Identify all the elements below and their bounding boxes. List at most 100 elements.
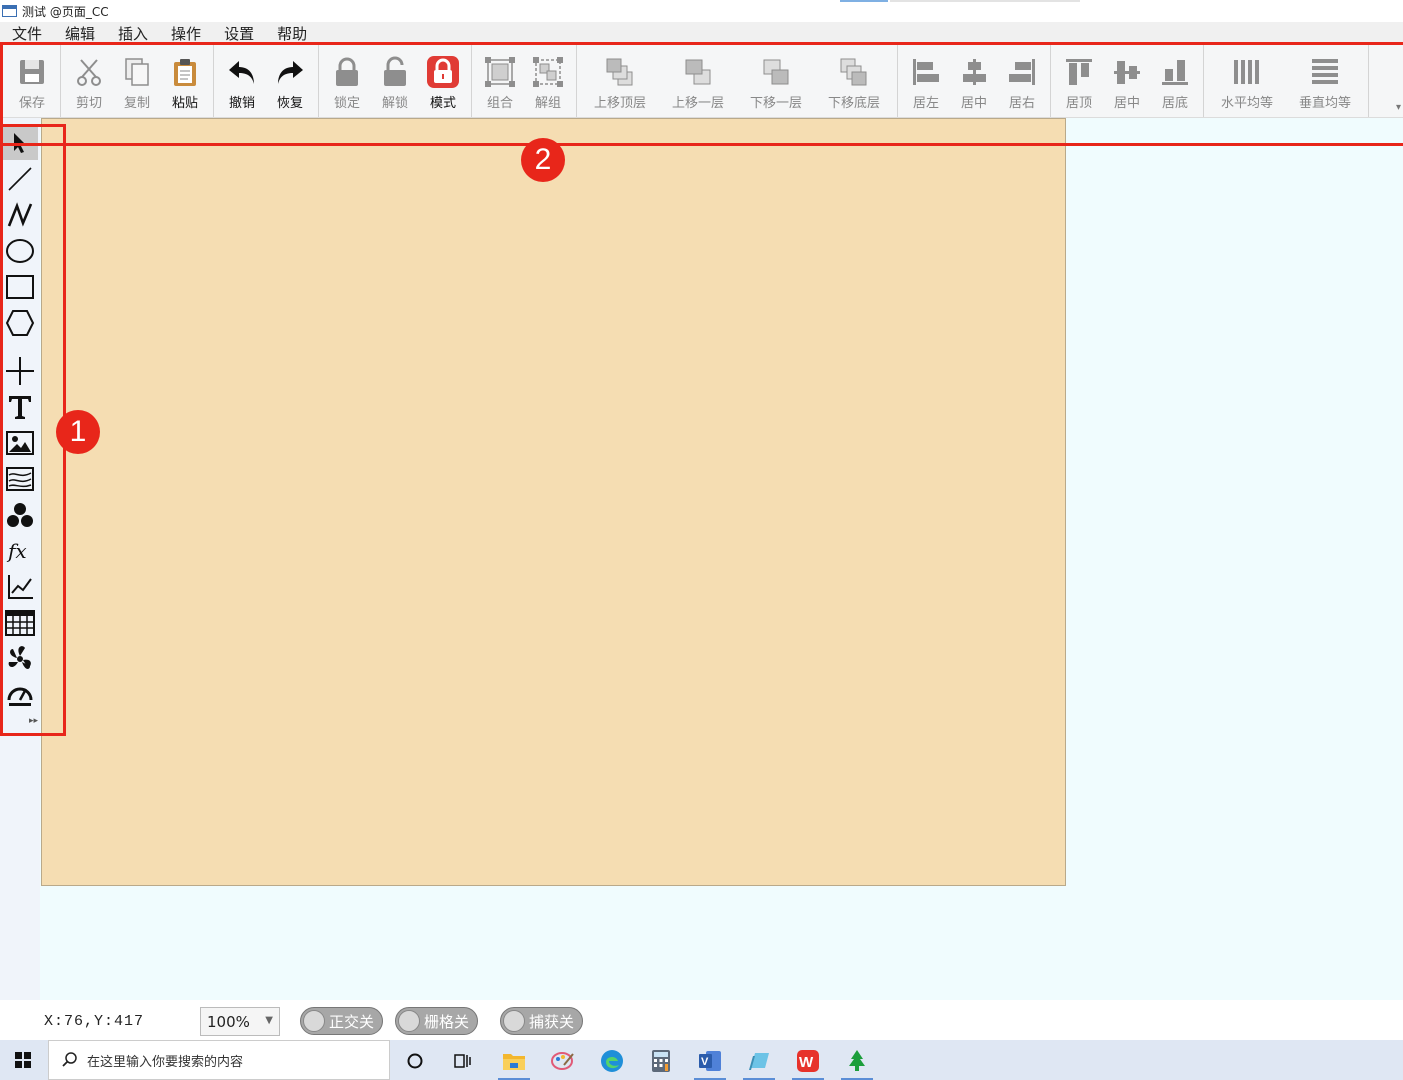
toolstrip-more-icon[interactable]: ▸▸ bbox=[29, 716, 38, 726]
align-right-icon bbox=[1005, 55, 1039, 89]
distribute-vertical-button[interactable]: 垂直均等 bbox=[1286, 44, 1364, 117]
line-chart-tool[interactable] bbox=[2, 570, 38, 604]
send-to-back-button[interactable]: 下移底层 bbox=[815, 44, 893, 117]
distribute-horizontal-button[interactable]: 水平均等 bbox=[1208, 44, 1286, 117]
send-backward-button[interactable]: 下移一层 bbox=[737, 44, 815, 117]
formula-tool[interactable]: fx bbox=[2, 534, 38, 568]
toggle-knob bbox=[303, 1010, 325, 1032]
menu-file[interactable]: 文件 bbox=[12, 23, 42, 44]
distribute-vertical-icon bbox=[1308, 55, 1342, 89]
gauge-tool[interactable] bbox=[2, 678, 38, 712]
tree-app-icon[interactable] bbox=[839, 1046, 875, 1080]
ungroup-button[interactable]: 解组 bbox=[524, 44, 572, 117]
windows-start-icon[interactable] bbox=[15, 1052, 31, 1068]
paint-icon[interactable] bbox=[545, 1046, 581, 1076]
toolbar-button-label: 模式 bbox=[429, 96, 456, 111]
align-bottom-button[interactable]: 居底 bbox=[1151, 44, 1199, 117]
lock-icon bbox=[330, 55, 364, 89]
align-left-button[interactable]: 居左 bbox=[902, 44, 950, 117]
grid-toggle[interactable]: 栅格关 bbox=[395, 1007, 479, 1035]
titlebar-accent bbox=[840, 0, 888, 2]
lock-button[interactable]: 锁定 bbox=[323, 44, 371, 117]
polygon-icon bbox=[5, 309, 35, 337]
bring-to-front-button[interactable]: 上移顶层 bbox=[581, 44, 659, 117]
toolbar-button-label: 解组 bbox=[534, 96, 561, 111]
window-title: 测试 @页面_CC bbox=[22, 4, 109, 19]
rectangle-icon bbox=[5, 273, 35, 301]
toolbar-button-label: 恢复 bbox=[276, 96, 303, 111]
menu-edit[interactable]: 编辑 bbox=[65, 23, 95, 44]
group-button[interactable]: 组合 bbox=[476, 44, 524, 117]
unlock-button[interactable]: 解锁 bbox=[371, 44, 419, 117]
toolbar-button-label: 上移顶层 bbox=[593, 96, 646, 111]
cortana-icon[interactable] bbox=[397, 1046, 433, 1076]
text-icon bbox=[6, 393, 34, 421]
ellipse-icon bbox=[5, 237, 35, 265]
calculator-icon[interactable] bbox=[643, 1046, 679, 1076]
mode-lock-button[interactable]: 模式 bbox=[419, 44, 467, 117]
ortho-toggle[interactable]: 正交关 bbox=[300, 1007, 384, 1035]
visio-icon[interactable]: V bbox=[692, 1046, 728, 1080]
distribute-horizontal-icon bbox=[1230, 55, 1264, 89]
drawing-page[interactable] bbox=[41, 118, 1066, 886]
edge-icon[interactable] bbox=[594, 1046, 630, 1076]
table-tool[interactable] bbox=[2, 606, 38, 640]
cross-tool[interactable] bbox=[2, 354, 38, 388]
ellipse-tool[interactable] bbox=[2, 234, 38, 268]
workspace[interactable] bbox=[40, 118, 1403, 1000]
bring-forward-button[interactable]: 上移一层 bbox=[659, 44, 737, 117]
window-icon bbox=[2, 5, 17, 17]
toolbar-group: 居顶 居中 居底 bbox=[1051, 44, 1204, 117]
toolbar-group: 上移顶层 上移一层 下移一层 下移底层 bbox=[577, 44, 898, 117]
zoom-select[interactable]: 100% ▼ bbox=[200, 1007, 280, 1036]
text-tool[interactable] bbox=[2, 390, 38, 424]
menu-help[interactable]: 帮助 bbox=[277, 23, 307, 44]
shapes-tool[interactable] bbox=[2, 498, 38, 532]
undo-button[interactable]: 撤销 bbox=[218, 44, 266, 117]
line-chart-icon bbox=[6, 573, 34, 601]
save-button[interactable]: 保存 bbox=[8, 44, 56, 117]
fan-tool[interactable] bbox=[2, 642, 38, 676]
align-right-button[interactable]: 居右 bbox=[998, 44, 1046, 117]
redo-icon bbox=[273, 55, 307, 89]
snap-toggle[interactable]: 捕获关 bbox=[500, 1007, 584, 1035]
main-toolbar: 保存 剪切 复制 粘贴 撤销 恢复 锁定 解锁 模式 组合 解组 上移顶层 上移一层 下移一层 下移底层 居左… bbox=[0, 44, 1403, 118]
svg-text:fx: fx bbox=[6, 539, 27, 563]
polyline-tool[interactable] bbox=[2, 198, 38, 232]
image-tool[interactable] bbox=[2, 426, 38, 460]
toolbar-button-label: 复制 bbox=[123, 96, 150, 111]
align-top-button[interactable]: 居顶 bbox=[1055, 44, 1103, 117]
tool-strip: ▸▸ fx bbox=[0, 118, 40, 1000]
ungroup-icon bbox=[531, 55, 565, 89]
image-frame-tool[interactable] bbox=[2, 462, 38, 496]
align-middle-button[interactable]: 居中 bbox=[1103, 44, 1151, 117]
pointer-tool[interactable] bbox=[2, 126, 38, 160]
notes-icon[interactable] bbox=[741, 1046, 777, 1080]
line-tool[interactable] bbox=[2, 162, 38, 196]
menu-operate[interactable]: 操作 bbox=[171, 23, 201, 44]
toolbar-overflow-icon[interactable]: ▾ bbox=[1396, 102, 1401, 113]
file-explorer-icon[interactable] bbox=[496, 1046, 532, 1080]
menu-settings[interactable]: 设置 bbox=[224, 23, 254, 44]
shapes-icon bbox=[6, 501, 34, 529]
redo-button[interactable]: 恢复 bbox=[266, 44, 314, 117]
grid-toggle-label: 栅格关 bbox=[424, 1012, 470, 1031]
toolbar-button-label: 保存 bbox=[18, 96, 45, 111]
align-center-button[interactable]: 居中 bbox=[950, 44, 998, 117]
annotation-badge-2: 2 bbox=[521, 138, 565, 182]
toolbar-group: 保存 bbox=[4, 44, 61, 117]
copy-button[interactable]: 复制 bbox=[113, 44, 161, 117]
rectangle-tool[interactable] bbox=[2, 270, 38, 304]
polygon-tool[interactable] bbox=[2, 306, 38, 340]
menu-insert[interactable]: 插入 bbox=[118, 23, 148, 44]
mode-lock-icon bbox=[426, 55, 460, 89]
taskbar-search-box[interactable]: 在这里输入你要搜索的内容 bbox=[48, 1040, 390, 1080]
align-bottom-icon bbox=[1158, 55, 1192, 89]
task-view-icon[interactable] bbox=[445, 1046, 481, 1076]
svg-text:V: V bbox=[701, 1056, 709, 1068]
cut-button[interactable]: 剪切 bbox=[65, 44, 113, 117]
zoom-value: 100% bbox=[207, 1012, 250, 1031]
wps-icon[interactable]: W bbox=[790, 1046, 826, 1080]
pointer-icon bbox=[7, 130, 33, 156]
paste-button[interactable]: 粘贴 bbox=[161, 44, 209, 117]
